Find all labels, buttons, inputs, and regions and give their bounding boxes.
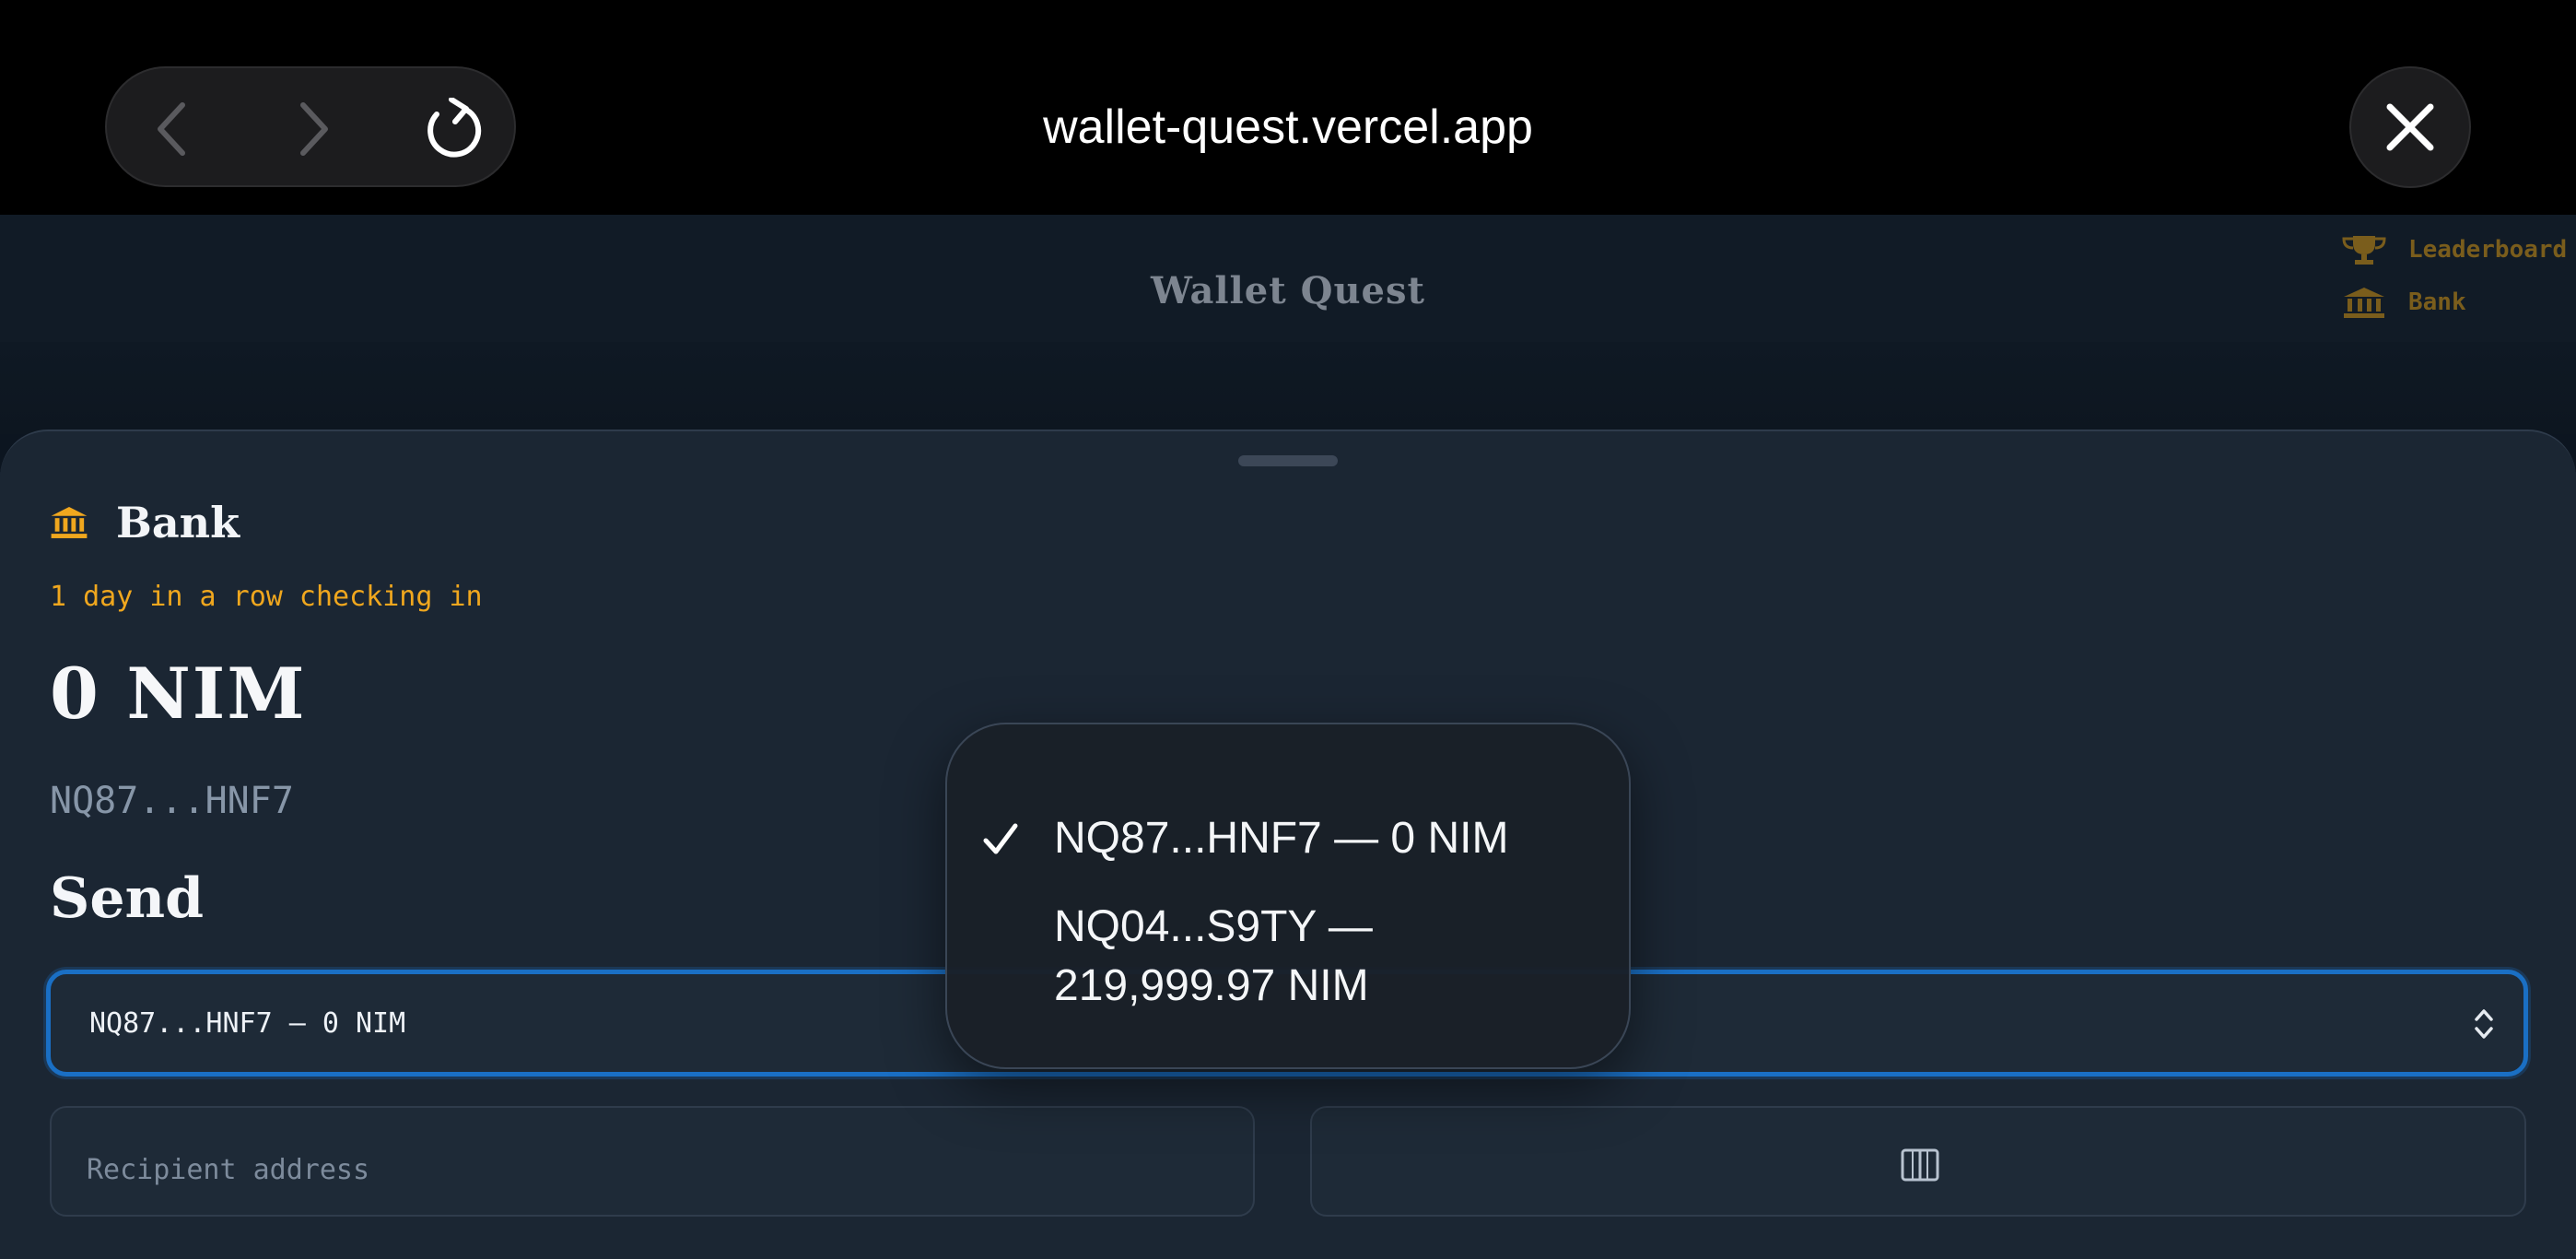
sheet-backdrop[interactable] [0,342,2576,434]
sheet-grabber[interactable] [1238,455,1338,466]
dropdown-option-label: NQ87...HNF7 — 0 NIM [1054,814,1509,863]
recipient-address-input[interactable]: Recipient address [50,1106,1255,1217]
leaderboard-link[interactable]: Leaderboard [2340,234,2567,265]
sheet-title: Bank [116,498,240,547]
book-icon [1901,1148,1939,1182]
dropdown-option[interactable]: NQ04...S9TY — 219,999.97 NIM [947,898,1629,1027]
account-dropdown: NQ87...HNF7 — 0 NIM NQ04...S9TY — 219,99… [945,723,1631,1069]
bank-icon [51,507,88,538]
dropdown-option-label: NQ04...S9TY — 219,999.97 NIM [1054,902,1373,1010]
recipient-placeholder: Recipient address [87,1154,370,1186]
bank-header: Bank [50,498,240,547]
send-heading: Send [50,866,205,931]
bank-link-label: Bank [2408,288,2466,316]
trophy-icon [2342,236,2386,265]
account-select-value: NQ87...HNF7 — 0 NIM [89,1007,406,1040]
bank-link[interactable]: Bank [2340,286,2466,319]
close-icon [2386,103,2434,151]
close-button[interactable] [2349,66,2471,188]
balance-amount: 0 NIM [50,653,307,735]
address-book-button[interactable] [1310,1106,2526,1217]
chevron-up-down-icon [2475,1009,2493,1039]
checkmark-icon [982,809,1028,884]
leaderboard-label: Leaderboard [2408,236,2568,264]
checkin-streak: 1 day in a row checking in [50,581,483,613]
app-title: Wallet Quest [1151,269,1425,312]
bank-icon [2344,288,2384,318]
address-bar[interactable]: wallet-quest.vercel.app [0,97,2576,158]
browser-toolbar: wallet-quest.vercel.app [0,0,2576,215]
dropdown-option[interactable]: NQ87...HNF7 — 0 NIM [947,809,1629,868]
wallet-address[interactable]: NQ87...HNF7 [50,780,294,822]
